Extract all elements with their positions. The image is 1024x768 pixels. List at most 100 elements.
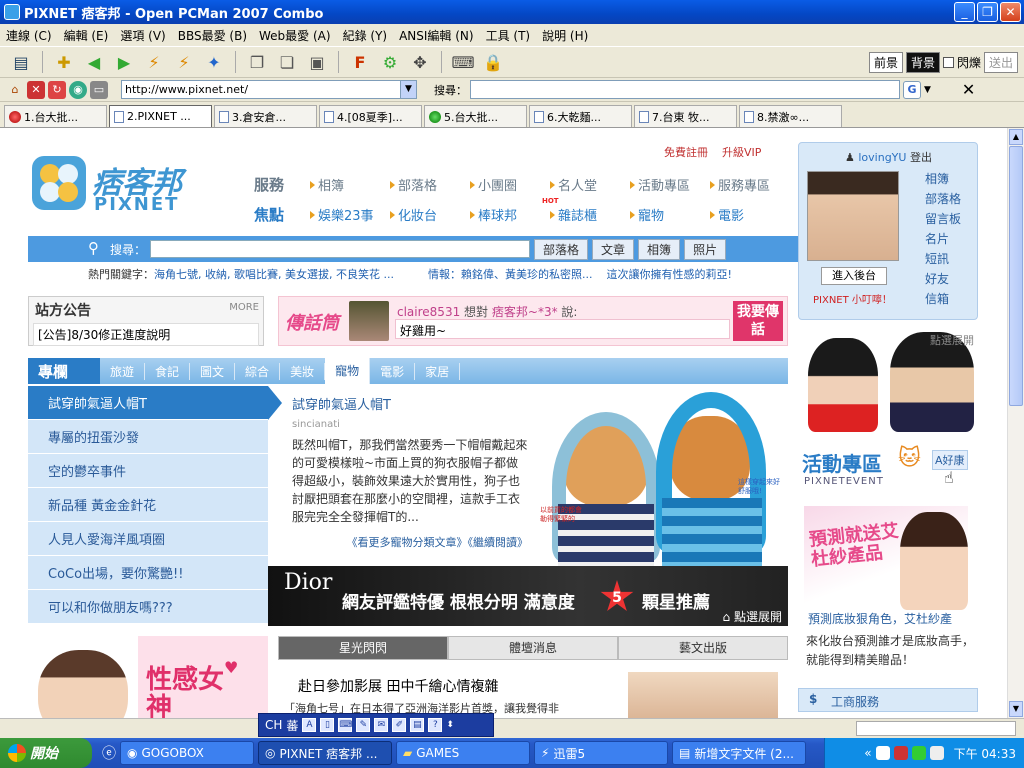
quicklaunch-ie-icon[interactable]: ⓔ [102, 743, 116, 763]
tab-food[interactable]: 食記 [145, 362, 191, 380]
event-promo-image[interactable]: 預測就送艾杜紗產品 [804, 506, 968, 610]
list-item[interactable]: 可以和你做朋友嗎??? [28, 590, 268, 624]
dior-banner[interactable]: Dior 網友評鑑特優 根根分明 滿意度 5 顆星推薦 ⌂ 點選展開 [268, 566, 788, 626]
news-title[interactable]: 赴日參加影展 田中千繪心情複雜 [298, 676, 498, 696]
nav-pets[interactable]: 寵物 [630, 205, 710, 224]
task-gogobox[interactable]: ◉ GOGOBOX [120, 741, 254, 765]
menu-bbs-favorites[interactable]: BBS最愛 (B) [172, 27, 253, 44]
settings-icon[interactable]: ⚙ [377, 49, 403, 75]
tab-movies[interactable]: 電影 [370, 362, 416, 380]
ime-chat-icon[interactable]: ✉ [374, 718, 389, 732]
nav-movies[interactable]: 電影 [710, 205, 790, 224]
event-caption[interactable]: 預測底妝狠角色，艾杜紗產 [808, 610, 952, 627]
forward-icon[interactable]: ▶ [111, 49, 137, 75]
font-icon[interactable]: F [347, 49, 373, 75]
link-messages[interactable]: 短訊 [925, 249, 961, 269]
move-icon[interactable]: ✥ [407, 49, 433, 75]
nav-celebrity[interactable]: 名人堂 [550, 175, 630, 194]
maximize-button[interactable]: ❐ [977, 2, 998, 22]
stop-icon[interactable]: ✕ [27, 80, 45, 99]
link-album[interactable]: 相簿 [925, 169, 961, 189]
view-icon[interactable]: ▭ [90, 80, 108, 99]
scroll-up-icon[interactable]: ▲ [1009, 129, 1023, 145]
hot-keywords-list[interactable]: 海角七號, 收納, 歌唱比賽, 美女選拔, 不良笑花 ... [154, 268, 394, 281]
info-link-1[interactable]: 情報：賴銘偉、黃美珍的私密照... [428, 266, 593, 282]
list-item[interactable]: 新品種 黃金金針花 [28, 488, 268, 522]
nav-services[interactable]: 服務專區 [710, 175, 790, 194]
celebrity-photo[interactable]: 點選展開 [798, 328, 978, 432]
close-button[interactable]: ✕ [1000, 2, 1021, 22]
nav-entertainment[interactable]: 娛樂23事 [310, 205, 390, 224]
ime-brush-icon[interactable]: ✐ [392, 718, 407, 732]
blink-checkbox[interactable] [942, 57, 954, 68]
tab-arts[interactable]: 藝文出版 [618, 636, 788, 660]
paste-icon[interactable]: ❏ [274, 49, 300, 75]
nav-magazine[interactable]: HOT 雜誌櫃 [542, 197, 630, 224]
ime-shape-icon[interactable]: A [302, 718, 317, 732]
task-notepad[interactable]: ▤ 新增文字文件 (2... [672, 741, 806, 765]
pixnet-logo-icon[interactable] [32, 156, 86, 210]
tab-1[interactable]: 1.台大批... [4, 105, 107, 127]
task-games[interactable]: ▰ GAMES [396, 741, 530, 765]
nav-events[interactable]: 活動專區 [630, 175, 710, 194]
menu-help[interactable]: 說明 (H) [536, 27, 594, 44]
google-icon[interactable]: G [903, 80, 921, 99]
menu-ansi-edit[interactable]: ANSI編輯 (N) [393, 27, 480, 44]
menu-connect[interactable]: 連線 (C) [0, 27, 58, 44]
nav-blog[interactable]: 部落格 [390, 175, 470, 194]
news-photo[interactable] [628, 672, 778, 718]
link-blog[interactable]: 部落格 [925, 189, 961, 209]
list-item[interactable]: 空的鬱卒事件 [28, 454, 268, 488]
tab-beauty[interactable]: 美妝 [280, 362, 326, 380]
globe-icon[interactable]: ◉ [69, 80, 87, 99]
tab-4[interactable]: 4.[08夏季]... [319, 105, 422, 127]
url-input[interactable]: http://www.pixnet.net/ ▼ [121, 80, 417, 99]
feature-author[interactable]: sincianati [292, 419, 528, 430]
tab-7[interactable]: 7.台東 牧... [634, 105, 737, 127]
ime-options-icon[interactable]: ⬍ [446, 720, 454, 730]
minimize-button[interactable]: _ [954, 2, 975, 22]
promo-banner[interactable]: 性感女神 ♥ [28, 636, 268, 718]
close-search-icon[interactable]: ✕ [962, 80, 975, 99]
chevron-down-icon[interactable]: ▼ [924, 85, 931, 95]
add-favorite-icon[interactable]: ✦ [201, 49, 227, 75]
tab-2[interactable]: 2.PIXNET ... [109, 105, 212, 127]
menu-edit[interactable]: 編輯 (E) [58, 27, 115, 44]
tab-star-news[interactable]: 星光閃閃 [278, 636, 448, 660]
tab-3[interactable]: 3.倉安倉... [214, 105, 317, 127]
task-thunder[interactable]: ⚡ 迅雷5 [534, 741, 668, 765]
feature-title[interactable]: 試穿帥氣逼人帽T [292, 394, 528, 413]
message-user[interactable]: claire8531 [397, 305, 460, 319]
list-item[interactable]: 專屬的扭蛋沙發 [28, 420, 268, 454]
dogs-photo[interactable]: 以前買的都會勒得緊緊的 這樣穿起來好舒服哦! [538, 386, 788, 568]
menu-web-favorites[interactable]: Web最愛 (A) [253, 27, 337, 44]
business-services[interactable]: $ 工商服務 [798, 688, 978, 712]
site-list-icon[interactable]: ▤ [8, 49, 34, 75]
list-item[interactable]: CoCo出場，要你驚艷!! [28, 556, 268, 590]
menu-history[interactable]: 紀錄 (Y) [337, 27, 394, 44]
vertical-scrollbar[interactable]: ▲ ▼ [1007, 128, 1024, 718]
ime-pen-icon[interactable]: ✎ [356, 718, 371, 732]
ime-ch[interactable]: CH [265, 718, 282, 732]
list-item[interactable]: 人見人愛海洋風項圈 [28, 522, 268, 556]
backend-button[interactable]: 進入後台 [821, 267, 887, 285]
feature-links[interactable]: 《看更多寵物分類文章》《繼續閱讀》 [292, 534, 529, 550]
disconnect-icon[interactable]: ⚡ [141, 49, 167, 75]
register-link[interactable]: 免費註冊 [664, 144, 708, 160]
tray-arrow-icon[interactable]: « [864, 746, 871, 760]
search-photo-button[interactable]: 照片 [684, 238, 727, 260]
link-mailbox[interactable]: 信箱 [925, 289, 961, 309]
list-item[interactable]: 試穿帥氣逼人帽T [28, 386, 282, 420]
pixnet-tip[interactable]: PIXNET 小叮嚀！ [813, 291, 892, 306]
tab-sports[interactable]: 體壇消息 [448, 636, 618, 660]
notice-more-link[interactable]: MORE [229, 302, 259, 313]
tray-icon[interactable] [911, 746, 926, 760]
tab-5[interactable]: 5.台大批... [424, 105, 527, 127]
copy-icon[interactable]: ❐ [244, 49, 270, 75]
dior-expand-link[interactable]: ⌂ 點選展開 [723, 608, 782, 625]
menu-tools[interactable]: 工具 (T) [480, 27, 537, 44]
link-guestbook[interactable]: 留言板 [925, 209, 961, 229]
paste-text-icon[interactable]: ▣ [304, 49, 330, 75]
info-link-2[interactable]: 這次讓你擁有性感的莉亞! [607, 266, 732, 282]
refresh-icon[interactable]: ↻ [48, 80, 66, 99]
